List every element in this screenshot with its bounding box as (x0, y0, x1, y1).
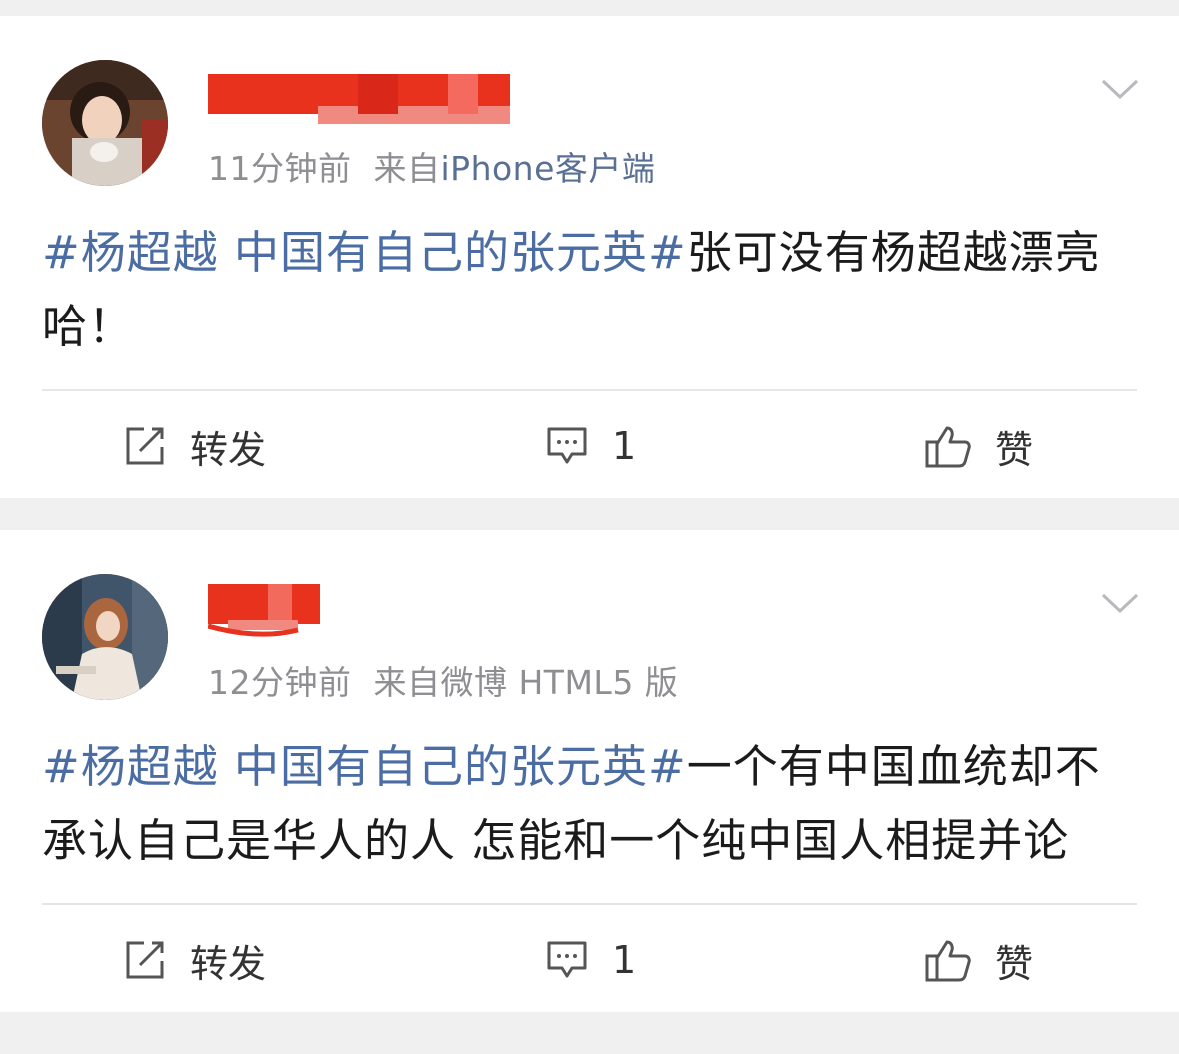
like-button[interactable]: 赞 (925, 416, 1033, 476)
thumbs-up-icon (925, 940, 971, 982)
repost-icon (126, 427, 164, 465)
username-redacted[interactable] (208, 74, 510, 124)
comment-count: 1 (612, 938, 637, 982)
like-button[interactable]: 赞 (925, 930, 1033, 990)
repost-button[interactable]: 转发 (124, 930, 266, 990)
avatar[interactable] (42, 574, 168, 700)
weibo-comment-feed: 11分钟前 来自iPhone客户端 #杨超越 中国有自己的张元英#张可没有杨超越漂… (0, 0, 1179, 1054)
chevron-down-icon[interactable] (1101, 592, 1139, 614)
repost-label: 转发 (190, 427, 267, 472)
hashtag-link[interactable]: #杨超越 中国有自己的张元英# (42, 226, 687, 279)
comment-button[interactable]: 1 (546, 930, 636, 990)
post-card: 12分钟前 来自微博 HTML5 版 #杨超越 中国有自己的张元英#一个有中国血统… (0, 530, 1179, 1012)
post-text: #杨超越 中国有自己的张元英#张可没有杨超越漂亮哈！ (42, 216, 1132, 364)
chevron-down-icon[interactable] (1101, 78, 1139, 100)
repost-label: 转发 (190, 941, 267, 986)
thumbs-up-icon (925, 426, 971, 468)
comment-count: 1 (612, 424, 637, 468)
comment-icon (547, 941, 587, 978)
source-name[interactable]: iPhone客户端 (441, 149, 656, 188)
divider (42, 389, 1137, 391)
comment-icon (547, 427, 587, 464)
like-label: 赞 (995, 427, 1034, 472)
post-card: 11分钟前 来自iPhone客户端 #杨超越 中国有自己的张元英#张可没有杨超越漂… (0, 16, 1179, 498)
repost-button[interactable]: 转发 (124, 416, 266, 476)
post-meta: 11分钟前 来自iPhone客户端 (208, 142, 655, 190)
post-text: #杨超越 中国有自己的张元英#一个有中国血统却不承认自己是华人的人 怎能和一个纯… (42, 730, 1132, 878)
hashtag-link[interactable]: #杨超越 中国有自己的张元英# (42, 740, 687, 793)
post-meta: 12分钟前 来自微博 HTML5 版 (208, 656, 678, 704)
username-redacted[interactable] (208, 584, 320, 638)
like-label: 赞 (995, 941, 1034, 986)
avatar[interactable] (42, 60, 168, 186)
post-time: 12分钟前 (208, 663, 352, 702)
source-prefix: 来自 (373, 149, 441, 188)
source-prefix: 来自 (373, 663, 441, 702)
divider (42, 903, 1137, 905)
comment-button[interactable]: 1 (546, 416, 636, 476)
repost-icon (126, 941, 164, 979)
post-time: 11分钟前 (208, 149, 352, 188)
source-name: 微博 HTML5 版 (440, 663, 679, 702)
